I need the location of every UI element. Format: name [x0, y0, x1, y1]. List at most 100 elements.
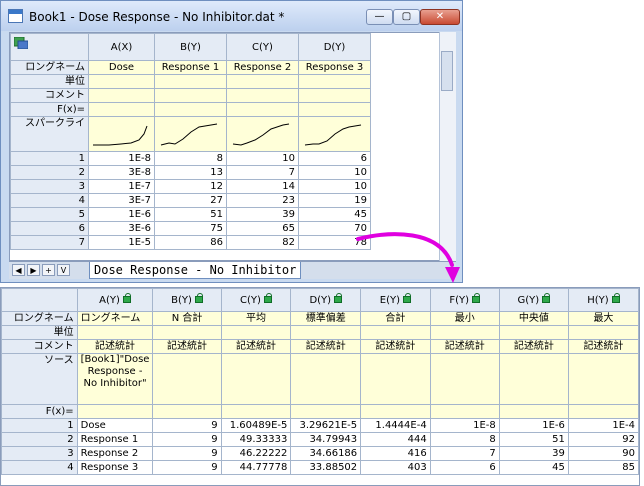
data-cell[interactable]: 44.77778 — [220, 460, 292, 475]
data-cell[interactable]: 7 — [429, 446, 500, 461]
data-cell[interactable]: 6 — [298, 151, 371, 166]
data-cell[interactable]: 7 — [226, 165, 299, 180]
data-cell[interactable]: 51 — [498, 432, 569, 447]
sparkline-cell[interactable] — [154, 116, 227, 152]
data-cell[interactable]: Response 3 — [76, 460, 154, 475]
units-cell[interactable] — [498, 325, 569, 340]
comment-cell[interactable]: 記述統計 — [498, 339, 569, 354]
data-cell[interactable]: 10 — [226, 151, 299, 166]
units-cell[interactable] — [290, 325, 362, 340]
comment-cell[interactable] — [298, 88, 371, 103]
data-cell[interactable]: 14 — [226, 179, 299, 194]
data-cell[interactable]: 19 — [298, 193, 371, 208]
data-cell[interactable]: 65 — [226, 221, 299, 236]
data-cell[interactable]: 1.4444E-4 — [360, 418, 431, 433]
data-cell[interactable]: 1E-7 — [88, 179, 155, 194]
data-cell[interactable]: 444 — [360, 432, 431, 447]
data-cell[interactable]: 86 — [154, 235, 227, 250]
data-cell[interactable]: 9 — [152, 432, 222, 447]
source-cell[interactable] — [220, 353, 292, 405]
formula-cell[interactable] — [360, 404, 431, 419]
source-cell[interactable] — [429, 353, 500, 405]
data-cell[interactable]: 13 — [154, 165, 227, 180]
column-header[interactable]: D(Y) — [298, 33, 371, 61]
sheet-tab[interactable]: Dose Response - No Inhibitor — [89, 262, 302, 279]
data-cell[interactable]: 1E-8 — [429, 418, 500, 433]
units-cell[interactable] — [154, 74, 227, 89]
units-cell[interactable] — [76, 325, 154, 340]
long-name-cell[interactable]: 標準偏差 — [290, 311, 362, 326]
source-cell[interactable] — [498, 353, 569, 405]
data-cell[interactable]: 10 — [298, 179, 371, 194]
row-number[interactable]: 5 — [10, 207, 89, 222]
close-button[interactable]: ✕ — [420, 9, 460, 25]
comment-cell[interactable]: 記述統計 — [220, 339, 292, 354]
column-header[interactable]: D(Y) — [290, 288, 362, 312]
minimize-button[interactable]: — — [366, 9, 393, 25]
data-cell[interactable]: Response 2 — [76, 446, 154, 461]
data-cell[interactable]: 46.22222 — [220, 446, 292, 461]
units-cell[interactable] — [360, 325, 431, 340]
row-header[interactable]: ロングネーム — [1, 311, 78, 326]
source-cell[interactable] — [567, 353, 639, 405]
formula-cell[interactable] — [226, 102, 299, 117]
data-cell[interactable]: 34.79943 — [290, 432, 362, 447]
data-cell[interactable]: 9 — [152, 446, 222, 461]
column-header[interactable]: C(Y) — [220, 288, 292, 312]
source-cell[interactable] — [360, 353, 431, 405]
data-cell[interactable]: 27 — [154, 193, 227, 208]
row-number[interactable]: 7 — [10, 235, 89, 250]
source-cell[interactable] — [152, 353, 222, 405]
formula-cell[interactable] — [88, 102, 155, 117]
data-cell[interactable]: 3E-8 — [88, 165, 155, 180]
column-header[interactable]: C(Y) — [226, 33, 299, 61]
data-cell[interactable]: 416 — [360, 446, 431, 461]
long-name-cell[interactable]: N 合計 — [152, 311, 222, 326]
formula-cell[interactable] — [298, 102, 371, 117]
comment-cell[interactable]: 記述統計 — [429, 339, 500, 354]
row-number[interactable]: 1 — [1, 418, 78, 433]
data-cell[interactable]: 85 — [567, 460, 639, 475]
long-name-cell[interactable]: ロングネーム — [76, 311, 154, 326]
column-header[interactable]: A(X) — [88, 33, 155, 61]
row-header-long-name[interactable]: ロングネーム — [10, 60, 89, 75]
row-header-formula[interactable]: F(x)= — [1, 404, 78, 419]
long-name-cell[interactable]: 平均 — [220, 311, 292, 326]
long-name-cell[interactable]: Dose — [88, 60, 155, 75]
data-cell[interactable]: 1E-5 — [88, 235, 155, 250]
data-cell[interactable]: 1E-6 — [88, 207, 155, 222]
sparkline-cell[interactable] — [88, 116, 155, 152]
comment-cell[interactable] — [88, 88, 155, 103]
source-cell[interactable] — [290, 353, 362, 405]
long-name-cell[interactable]: 合計 — [360, 311, 431, 326]
data-cell[interactable]: 9 — [152, 460, 222, 475]
data-cell[interactable]: 33.88502 — [290, 460, 362, 475]
comment-cell[interactable]: 記述統計 — [152, 339, 222, 354]
data-cell[interactable]: 51 — [154, 207, 227, 222]
data-cell[interactable]: 1E-8 — [88, 151, 155, 166]
long-name-cell[interactable]: 中央値 — [498, 311, 569, 326]
data-cell[interactable]: 9 — [152, 418, 222, 433]
long-name-cell[interactable]: Response 2 — [226, 60, 299, 75]
comment-cell[interactable]: 記述統計 — [360, 339, 431, 354]
formula-cell[interactable] — [429, 404, 500, 419]
row-number[interactable]: 3 — [1, 446, 78, 461]
corner-cell[interactable] — [1, 288, 78, 312]
data-cell[interactable]: 1.60489E-5 — [220, 418, 292, 433]
row-number[interactable]: 4 — [10, 193, 89, 208]
row-header-units[interactable]: 単位 — [10, 74, 89, 89]
row-number[interactable]: 4 — [1, 460, 78, 475]
comment-cell[interactable]: 記述統計 — [290, 339, 362, 354]
units-cell[interactable] — [220, 325, 292, 340]
column-header[interactable]: A(Y) — [76, 288, 154, 312]
units-cell[interactable] — [88, 74, 155, 89]
data-cell[interactable]: 23 — [226, 193, 299, 208]
formula-cell[interactable] — [154, 102, 227, 117]
comment-cell[interactable]: 記述統計 — [567, 339, 639, 354]
units-cell[interactable] — [152, 325, 222, 340]
units-cell[interactable] — [567, 325, 639, 340]
row-header-formula[interactable]: F(x)= — [10, 102, 89, 117]
formula-cell[interactable] — [76, 404, 154, 419]
data-cell[interactable]: 10 — [298, 165, 371, 180]
units-cell[interactable] — [298, 74, 371, 89]
